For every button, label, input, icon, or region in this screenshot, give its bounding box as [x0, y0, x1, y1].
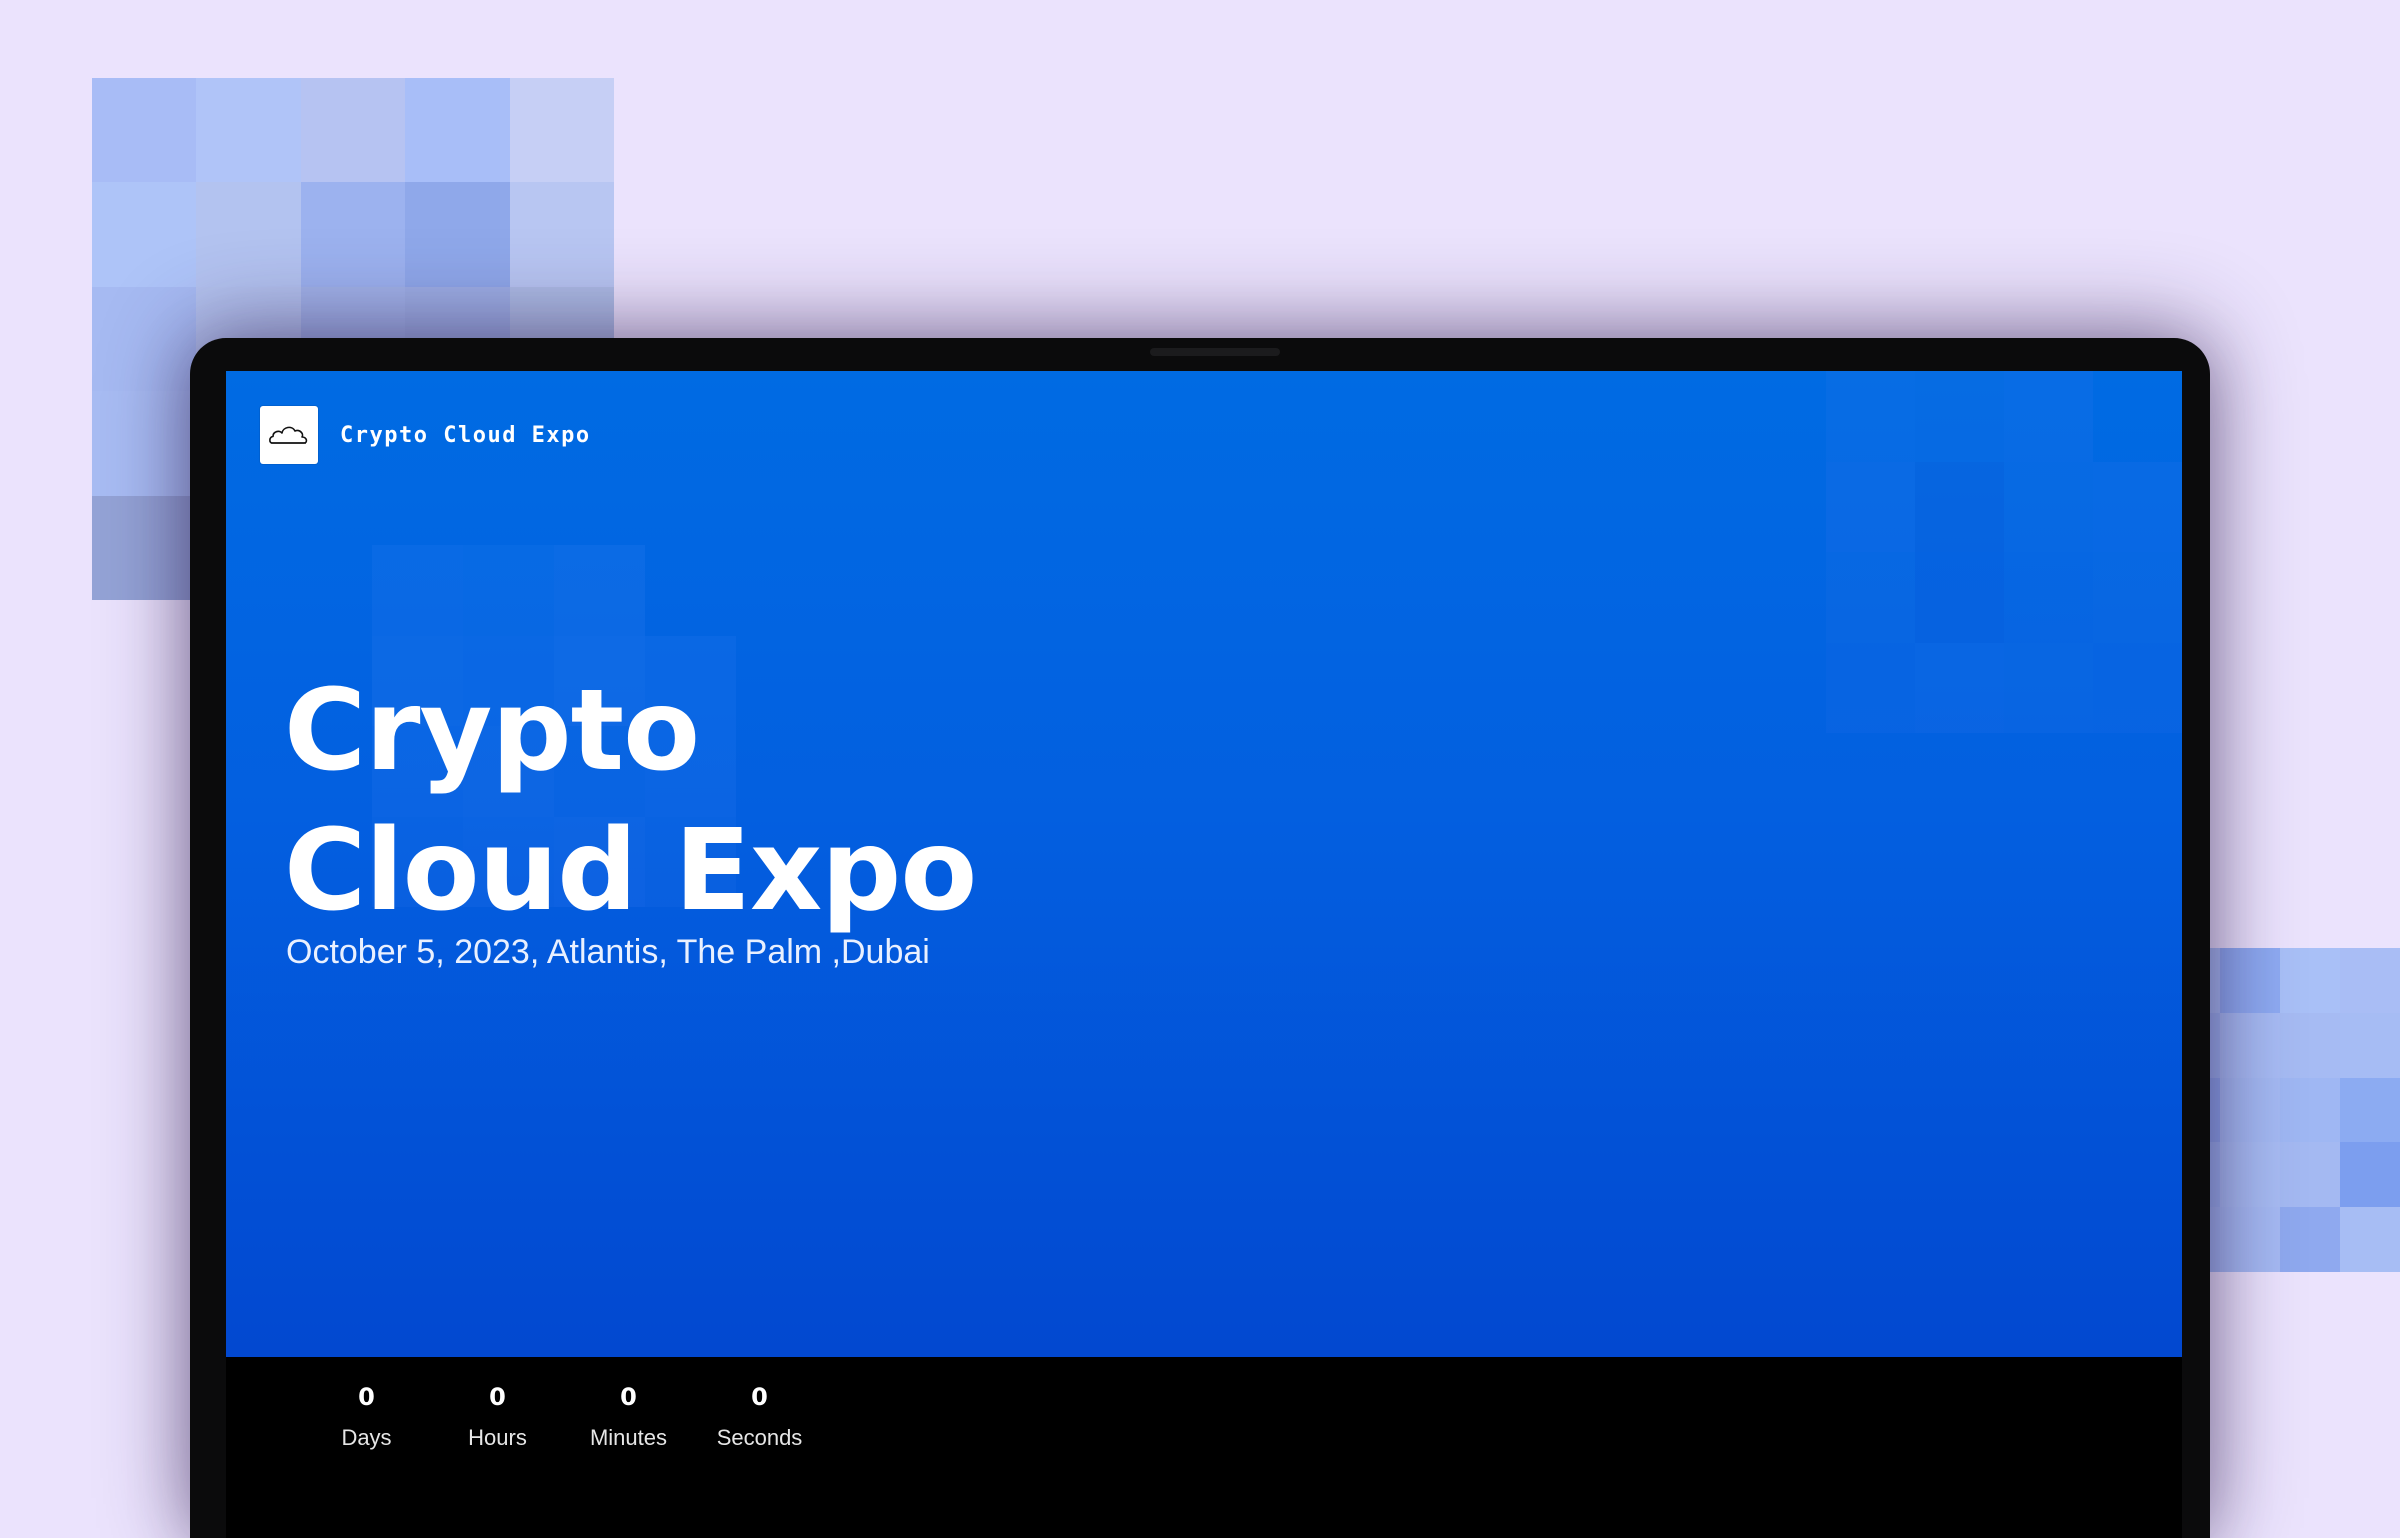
mosaic-tile: [92, 391, 197, 496]
countdown-minutes-label: Minutes: [589, 1425, 668, 1450]
mosaic-tile: [300, 182, 406, 287]
countdown-days: 0 Days: [301, 1381, 432, 1451]
countdown-days-label: Days: [341, 1425, 392, 1450]
hero-section: Crypto Cloud Expo Crypto Cloud Expo Octo…: [226, 371, 2182, 1357]
mosaic-tile: [405, 182, 510, 287]
countdown-days-value: 0: [358, 1383, 375, 1411]
mosaic-tile: [1826, 371, 1915, 462]
mosaic-tile: [509, 78, 614, 183]
mosaic-tile: [2004, 642, 2093, 733]
mosaic-tile: [92, 78, 197, 183]
mosaic-tile: [405, 78, 510, 183]
mosaic-tile: [2220, 1142, 2280, 1208]
mosaic-tile: [92, 182, 197, 287]
mosaic-tile: [2004, 552, 2093, 643]
event-date-location: October 5, 2023, Atlantis, The Palm ,Dub…: [286, 933, 930, 971]
mosaic-tile: [1915, 642, 2004, 733]
mosaic-tile: [1826, 552, 1915, 643]
mosaic-tile: [372, 545, 463, 636]
mosaic-tile: [196, 78, 301, 183]
brand-name: Crypto Cloud Expo: [340, 422, 591, 448]
mosaic-tile: [509, 182, 614, 287]
mosaic-tile: [2280, 1077, 2340, 1143]
hero-pixel-pattern-right: [1826, 371, 2182, 733]
mosaic-tile: [92, 495, 197, 600]
mosaic-tile: [2280, 948, 2340, 1013]
mosaic-tile: [1826, 642, 1915, 733]
countdown-hours-label: Hours: [468, 1425, 527, 1450]
mosaic-tile: [2340, 948, 2400, 1013]
mosaic-tile: [2280, 1142, 2340, 1208]
mosaic-tile: [463, 545, 554, 636]
page-title: Crypto Cloud Expo: [284, 661, 977, 941]
mosaic-tile: [196, 182, 301, 287]
mosaic-tile: [2340, 1142, 2400, 1208]
countdown-minutes: 0 Minutes: [563, 1381, 694, 1451]
countdown-seconds: 0 Seconds: [694, 1381, 825, 1451]
mosaic-tile: [2340, 1077, 2400, 1143]
mosaic-tile: [645, 545, 736, 636]
mosaic-tile: [92, 286, 197, 392]
countdown-hours: 0 Hours: [432, 1381, 563, 1451]
countdown-timer: 0 Days 0 Hours 0 Minutes 0 Seconds: [301, 1381, 825, 1451]
mosaic-tile: [300, 78, 406, 183]
laptop-mockup: Crypto Cloud Expo Crypto Cloud Expo Octo…: [190, 338, 2210, 1538]
mosaic-tile: [2340, 1012, 2400, 1078]
countdown-hours-value: 0: [489, 1383, 506, 1411]
mosaic-tile: [2004, 371, 2093, 462]
mosaic-tile: [2093, 371, 2182, 462]
mosaic-tile: [2280, 1012, 2340, 1078]
title-line-1: Crypto: [284, 666, 700, 796]
mosaic-tile: [1915, 552, 2004, 643]
brand[interactable]: Crypto Cloud Expo: [260, 405, 591, 465]
countdown-seconds-label: Seconds: [716, 1425, 803, 1450]
mosaic-tile: [2093, 552, 2182, 643]
mosaic-tile: [2280, 1207, 2340, 1272]
mosaic-tile: [2004, 461, 2093, 552]
mosaic-tile: [1915, 371, 2004, 462]
mosaic-tile: [2220, 1012, 2280, 1078]
countdown-minutes-value: 0: [620, 1383, 637, 1411]
mosaic-tile: [2220, 1207, 2280, 1272]
mosaic-tile: [2220, 1077, 2280, 1143]
mosaic-tile: [2093, 642, 2182, 733]
mosaic-tile: [554, 545, 645, 636]
title-line-2: Cloud Expo: [284, 806, 977, 936]
mosaic-tile: [1826, 461, 1915, 552]
mosaic-tile: [2093, 461, 2182, 552]
mosaic-tile: [2220, 948, 2280, 1013]
camera-notch: [1150, 348, 1280, 356]
mosaic-tile: [2340, 1207, 2400, 1272]
mosaic-tile: [1915, 461, 2004, 552]
countdown-seconds-value: 0: [751, 1383, 768, 1411]
cloud-icon: [260, 406, 318, 464]
laptop-screen: Crypto Cloud Expo Crypto Cloud Expo Octo…: [226, 371, 2182, 1538]
